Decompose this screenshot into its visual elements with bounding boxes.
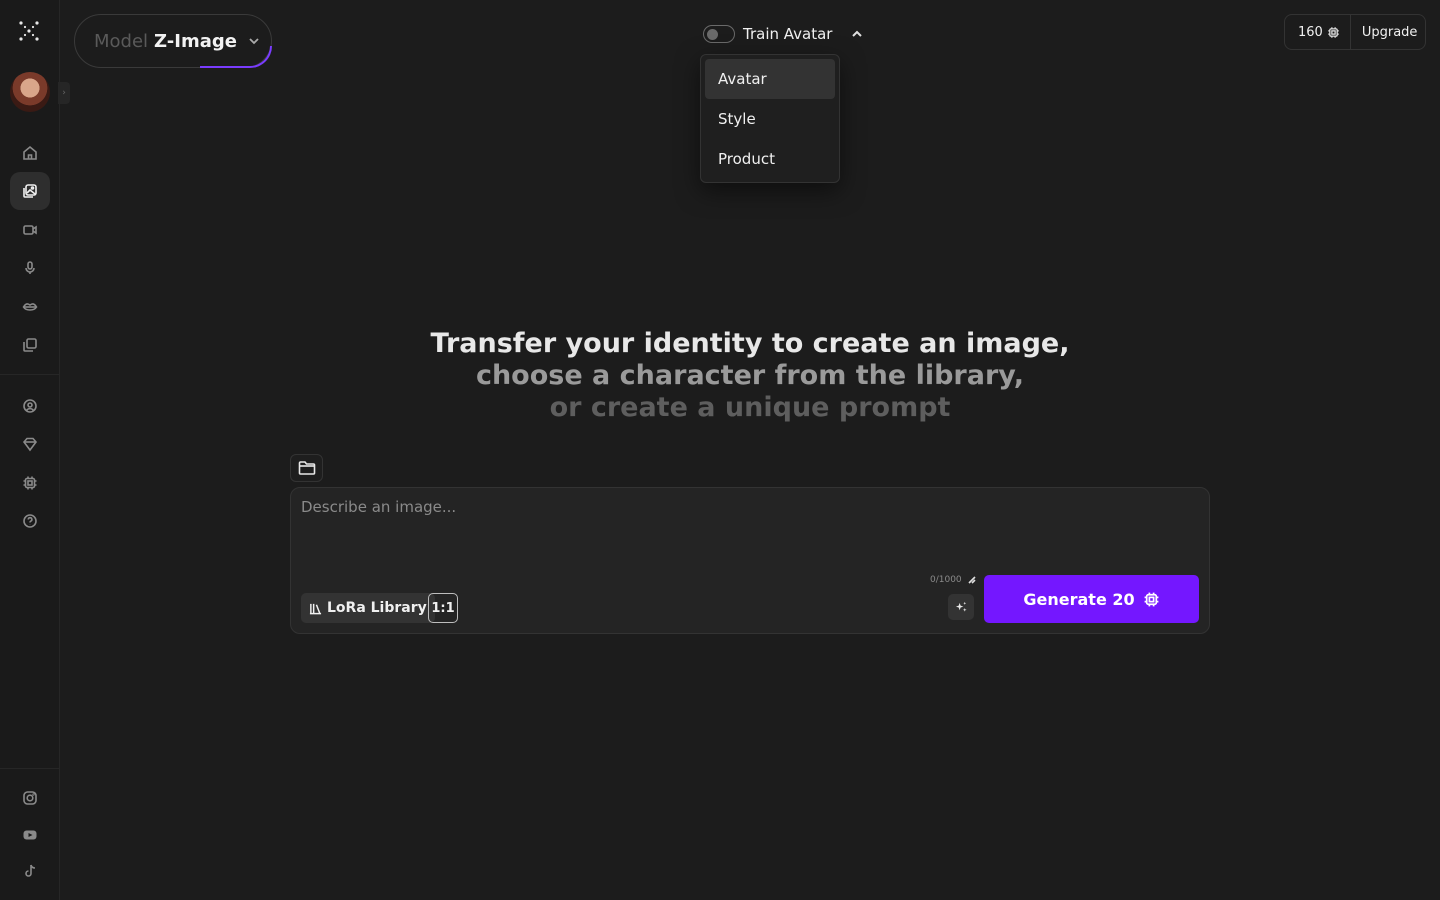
model-value: Z-Image: [154, 30, 237, 52]
youtube-icon: [23, 830, 37, 840]
generate-button[interactable]: Generate 20: [984, 575, 1199, 623]
dropdown-item-product[interactable]: Product: [705, 139, 835, 179]
credits-count[interactable]: 160: [1285, 15, 1351, 49]
lora-library-button[interactable]: LoRa Library: [301, 593, 435, 623]
nav-home[interactable]: [10, 134, 50, 172]
chevron-down-icon: [249, 38, 259, 45]
stack-icon: [23, 338, 37, 352]
aspect-ratio-button[interactable]: 1:1: [428, 593, 458, 623]
upgrade-button[interactable]: Upgrade: [1351, 25, 1418, 40]
sidebar-divider: [0, 768, 60, 769]
char-count-value: 0/1000: [930, 575, 962, 585]
train-type-dropdown: Avatar Style Product: [700, 54, 840, 183]
folder-icon: [298, 461, 315, 475]
headline-line-2: choose a character from the library,: [475, 360, 1025, 391]
model-label: Model: [94, 30, 149, 52]
prompt-input[interactable]: [301, 498, 1191, 558]
credits-panel: 160 Upgrade: [1284, 14, 1426, 50]
chevron-up-icon[interactable]: [850, 27, 864, 41]
diamond-icon: [22, 437, 38, 452]
toggle-knob: [707, 28, 718, 40]
generate-label: Generate 20: [1023, 589, 1135, 609]
chip-icon: [1328, 26, 1339, 38]
sidebar: ›: [0, 0, 70, 900]
train-avatar-control: Train Avatar: [703, 22, 864, 46]
nav-library[interactable]: [10, 326, 50, 364]
nav-premium[interactable]: [10, 425, 50, 463]
nav-tiktok[interactable]: [10, 852, 50, 890]
headline-line-3: or create a unique prompt: [549, 392, 951, 423]
library-icon: [309, 603, 322, 614]
dropdown-item-avatar[interactable]: Avatar: [705, 59, 835, 99]
train-avatar-toggle[interactable]: [703, 25, 735, 43]
user-circle-icon: [23, 399, 37, 413]
nav-help[interactable]: [10, 502, 50, 540]
nav-instagram[interactable]: [10, 779, 50, 817]
hero-headline: Transfer your identity to create an imag…: [420, 328, 1080, 424]
nav-lipsync[interactable]: [10, 288, 50, 326]
character-counter: 0/1000: [930, 575, 976, 585]
nav-images[interactable]: [10, 172, 50, 210]
tiktok-icon: [25, 864, 36, 877]
nav-video[interactable]: [10, 211, 50, 249]
resize-icon: [968, 576, 976, 584]
chip-icon: [23, 476, 37, 490]
enhance-prompt-button[interactable]: [948, 594, 974, 620]
image-gallery-icon: [23, 184, 37, 198]
credits-value: 160: [1298, 24, 1323, 40]
prompt-panel: LoRa Library 1:1 0/1000 Generate 20: [290, 487, 1210, 634]
instagram-icon: [23, 791, 37, 805]
sidebar-divider: [0, 374, 60, 375]
nav-youtube[interactable]: [10, 816, 50, 854]
lips-icon: [22, 303, 38, 311]
upload-folder-button[interactable]: [290, 454, 323, 482]
video-icon: [23, 225, 37, 235]
sidebar-expand-icon[interactable]: ›: [58, 82, 70, 104]
chip-icon: [1144, 592, 1159, 606]
headline-line-1: Transfer your identity to create an imag…: [430, 328, 1070, 359]
nav-credits[interactable]: [10, 464, 50, 502]
microphone-icon: [25, 261, 35, 274]
dropdown-item-style[interactable]: Style: [705, 99, 835, 139]
help-icon: [23, 514, 37, 528]
nav-audio[interactable]: [10, 249, 50, 287]
train-avatar-label[interactable]: Train Avatar: [743, 25, 832, 43]
nav-profile[interactable]: [10, 387, 50, 425]
avatar[interactable]: [10, 72, 50, 112]
sparkles-icon: [955, 601, 967, 612]
logo-icon[interactable]: [18, 20, 40, 42]
model-selector[interactable]: Model Z-Image: [74, 14, 272, 68]
home-icon: [23, 145, 37, 160]
lora-library-label: LoRa Library: [327, 600, 427, 616]
